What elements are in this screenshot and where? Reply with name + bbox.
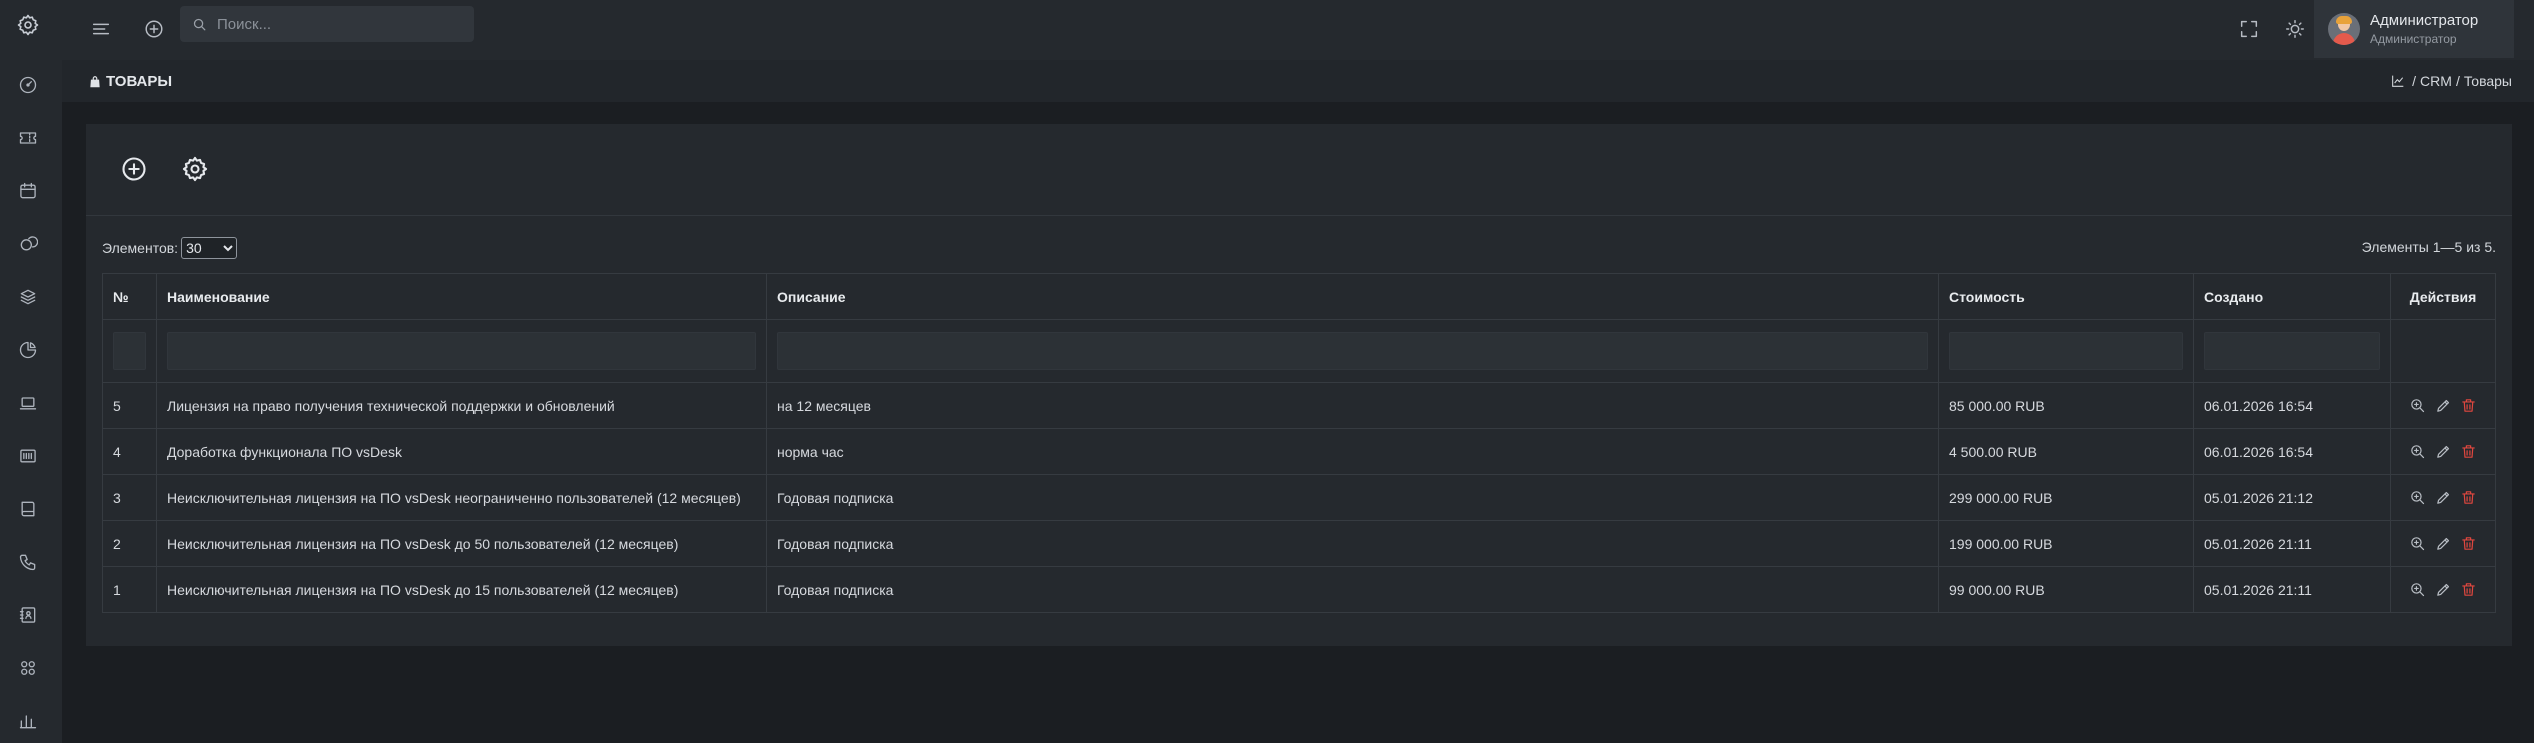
menu-toggle-icon[interactable] — [84, 12, 118, 46]
table-info: Элементы 1—5 из 5. — [2361, 239, 2496, 255]
add-circle-icon — [122, 157, 146, 181]
table-row[interactable]: 2 Неисключительная лицензия на ПО vsDesk… — [102, 520, 2496, 567]
col-created[interactable]: Создано — [2193, 273, 2391, 320]
table-row[interactable]: 5 Лицензия на право получения техническо… — [102, 382, 2496, 429]
fullscreen-icon[interactable] — [2232, 12, 2266, 46]
bag-icon — [90, 75, 100, 87]
gear-icon — [182, 156, 208, 182]
settings-button[interactable] — [177, 151, 213, 187]
products-card: Элементов: 30 Элементы 1—5 из 5. № Наиме… — [86, 124, 2512, 646]
page-header: ТОВАРЫ / CRM / Товары — [62, 60, 2534, 102]
col-actions: Действия — [2390, 273, 2496, 320]
col-name[interactable]: Наименование — [156, 273, 767, 320]
pie-chart-icon[interactable] — [16, 338, 40, 362]
laptop-icon[interactable] — [16, 391, 40, 415]
bar-chart-icon[interactable] — [16, 709, 40, 733]
edit-icon[interactable] — [2434, 535, 2452, 553]
card-toolbar — [86, 124, 2512, 216]
calendar-icon[interactable] — [16, 179, 40, 203]
col-num[interactable]: № — [102, 273, 157, 320]
add-circle-icon[interactable] — [137, 12, 171, 46]
edit-icon[interactable] — [2434, 581, 2452, 599]
table-row[interactable]: 1 Неисключительная лицензия на ПО vsDesk… — [102, 566, 2496, 613]
filter-row — [102, 319, 2496, 383]
view-icon[interactable] — [2408, 397, 2426, 415]
view-icon[interactable] — [2408, 581, 2426, 599]
gear-icon[interactable] — [16, 13, 40, 37]
edit-icon[interactable] — [2434, 397, 2452, 415]
sidebar — [0, 0, 62, 743]
page-length: Элементов: 30 — [102, 237, 238, 259]
trash-icon[interactable] — [2460, 443, 2478, 461]
barcode-icon[interactable] — [16, 444, 40, 468]
filter-name-input[interactable] — [167, 332, 756, 370]
row-actions — [2390, 428, 2496, 475]
col-description[interactable]: Описание — [766, 273, 1939, 320]
breadcrumb-crm[interactable]: CRM — [2420, 73, 2452, 89]
edit-icon[interactable] — [2434, 443, 2452, 461]
table-row[interactable]: 3 Неисключительная лицензия на ПО vsDesk… — [102, 474, 2496, 521]
add-product-button[interactable] — [116, 151, 152, 187]
view-icon[interactable] — [2408, 535, 2426, 553]
breadcrumb-current: Товары — [2463, 73, 2512, 89]
layers-icon[interactable] — [16, 285, 40, 309]
topbar: Администратор Администратор — [62, 0, 2534, 60]
page-title-text: ТОВАРЫ — [106, 73, 173, 90]
page-length-select[interactable]: 30 — [181, 237, 238, 259]
user-role: Администратор — [2370, 31, 2457, 46]
page-length-label: Элементов: — [102, 240, 179, 256]
user-menu[interactable]: Администратор Администратор — [2314, 0, 2514, 58]
contacts-icon[interactable] — [16, 603, 40, 627]
edit-icon[interactable] — [2434, 489, 2452, 507]
gauge-icon[interactable] — [16, 73, 40, 97]
view-icon[interactable] — [2408, 443, 2426, 461]
row-actions — [2390, 474, 2496, 521]
filter-num-input[interactable] — [113, 332, 146, 370]
products-table: № Наименование Описание Стоимость Создан… — [102, 273, 2496, 613]
page-title: ТОВАРЫ — [88, 73, 172, 90]
book-icon[interactable] — [16, 497, 40, 521]
search-input[interactable] — [217, 15, 457, 33]
sun-icon[interactable] — [2278, 12, 2312, 46]
row-actions — [2390, 566, 2496, 613]
table-header-row: № Наименование Описание Стоимость Создан… — [102, 273, 2496, 320]
user-name: Администратор — [2370, 11, 2479, 29]
filter-cost-input[interactable] — [1949, 332, 2183, 370]
chart-line-icon[interactable] — [2390, 73, 2406, 89]
ticket-icon[interactable] — [16, 126, 40, 150]
table-row[interactable]: 4 Доработка функционала ПО vsDesk норма … — [102, 428, 2496, 475]
trash-icon[interactable] — [2460, 489, 2478, 507]
coins-icon[interactable] — [16, 232, 40, 256]
breadcrumb: / CRM / Товары — [2390, 73, 2514, 89]
row-actions — [2390, 382, 2496, 429]
search-box — [180, 6, 474, 42]
trash-icon[interactable] — [2460, 581, 2478, 599]
phone-icon[interactable] — [16, 550, 40, 574]
search-icon — [193, 18, 206, 30]
row-actions — [2390, 520, 2496, 567]
view-icon[interactable] — [2408, 489, 2426, 507]
filter-created-input[interactable] — [2204, 332, 2380, 370]
trash-icon[interactable] — [2460, 535, 2478, 553]
trash-icon[interactable] — [2460, 397, 2478, 415]
apps-icon[interactable] — [16, 656, 40, 680]
col-cost[interactable]: Стоимость — [1938, 273, 2194, 320]
filter-description-input[interactable] — [777, 332, 1928, 370]
avatar — [2328, 13, 2360, 45]
